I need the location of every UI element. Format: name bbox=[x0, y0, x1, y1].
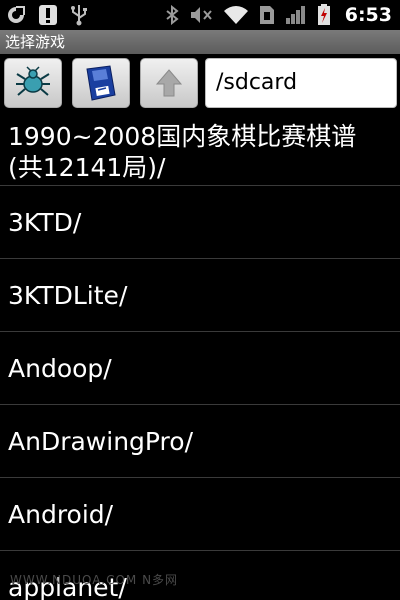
save-disk-icon bbox=[86, 65, 116, 101]
watermark: WWW.NDUOA.COM N多网 bbox=[10, 573, 179, 587]
path-field[interactable]: /sdcard bbox=[205, 58, 397, 108]
bug-icon bbox=[16, 66, 50, 96]
list-item[interactable]: 3KTD/ bbox=[0, 186, 400, 259]
window-title: 选择游戏 bbox=[0, 30, 400, 54]
toolbar: /sdcard bbox=[0, 54, 400, 110]
file-list: 1990~2008国内象棋比赛棋谱(共12141局)/ 3KTD/ 3KTDLi… bbox=[0, 110, 400, 600]
wifi-icon bbox=[223, 6, 248, 24]
list-item[interactable]: 3KTDLite/ bbox=[0, 259, 400, 332]
up-arrow-icon bbox=[155, 69, 183, 97]
sim-icon bbox=[259, 6, 274, 24]
status-left-icons bbox=[0, 4, 88, 26]
status-right-icons: 6:53 bbox=[165, 4, 400, 26]
bug-button[interactable] bbox=[4, 58, 62, 108]
alert-icon bbox=[39, 5, 57, 25]
status-bar: 6:53 bbox=[0, 0, 400, 30]
sync-icon bbox=[8, 6, 25, 23]
save-button[interactable] bbox=[72, 58, 130, 108]
battery-charging-icon bbox=[317, 4, 330, 25]
list-item[interactable]: AnDrawingPro/ bbox=[0, 405, 400, 478]
bluetooth-icon bbox=[166, 5, 179, 25]
list-item[interactable]: 1990~2008国内象棋比赛棋谱(共12141局)/ bbox=[0, 110, 400, 186]
mute-icon bbox=[190, 7, 212, 23]
list-item[interactable]: Android/ bbox=[0, 478, 400, 551]
up-button[interactable] bbox=[140, 58, 198, 108]
list-item[interactable]: Andoop/ bbox=[0, 332, 400, 405]
status-clock: 6:53 bbox=[344, 4, 392, 26]
signal-icon bbox=[285, 6, 305, 24]
usb-icon bbox=[71, 5, 87, 26]
